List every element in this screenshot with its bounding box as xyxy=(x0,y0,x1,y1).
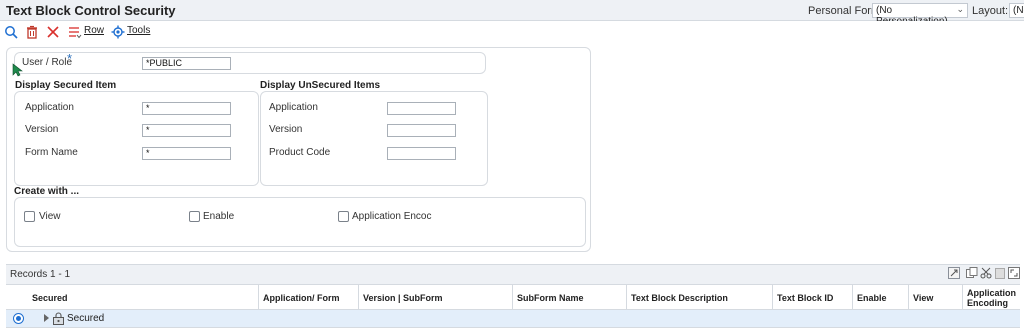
expand-arrow-icon[interactable] xyxy=(44,314,49,322)
delete-icon[interactable] xyxy=(25,25,39,39)
secured-heading: Display Secured Item xyxy=(15,80,117,91)
column-header-application-encoding[interactable]: Application Encoding xyxy=(962,285,1020,311)
secured-panel: Application * Version * Form Name * xyxy=(14,91,259,186)
unsecured-heading: Display UnSecured Items xyxy=(260,80,381,91)
personal-form-select[interactable]: (No Personalization) ⌄ xyxy=(872,3,968,27)
column-header-secured[interactable]: Secured xyxy=(28,285,258,311)
mouse-cursor-icon xyxy=(12,63,23,77)
layout-select[interactable]: (No xyxy=(1009,3,1024,18)
title-bar: Text Block Control Security Personal For… xyxy=(0,0,1024,27)
grid-title-bar: Records 1 - 1 xyxy=(6,264,1020,284)
lock-icon xyxy=(53,312,64,325)
grid-cut-icon[interactable] xyxy=(980,267,992,279)
secured-form-name-input[interactable]: * xyxy=(142,147,231,160)
row-menu-button[interactable]: Row xyxy=(84,25,104,36)
view-checkbox-label: View xyxy=(39,211,61,222)
tools-label: Tools xyxy=(127,25,151,36)
column-header-text-block-id[interactable]: Text Block ID xyxy=(772,285,852,311)
unsecured-product-code-label: Product Code xyxy=(269,147,331,158)
row-select-radio[interactable] xyxy=(13,313,24,324)
user-role-panel: User / Role * *PUBLIC xyxy=(14,51,486,74)
records-count: Records 1 - 1 xyxy=(10,269,71,280)
view-checkbox[interactable] xyxy=(24,211,35,222)
enable-checkbox-label: Enable xyxy=(203,211,235,222)
secured-version-label: Version xyxy=(25,124,59,135)
tools-gear-icon[interactable] xyxy=(111,25,125,39)
layout-label: Layout: xyxy=(972,5,1009,17)
column-header-version-subform[interactable]: Version | SubForm xyxy=(358,285,512,311)
column-header-text-block-description[interactable]: Text Block Description xyxy=(626,285,772,311)
unsecured-version-input[interactable] xyxy=(387,124,456,137)
user-role-label: User / Role xyxy=(22,57,73,68)
column-header-application-form[interactable]: Application/ Form xyxy=(258,285,358,311)
grid-copy-icon[interactable] xyxy=(966,267,978,279)
unsecured-application-input[interactable] xyxy=(387,102,456,115)
secured-version-input[interactable]: * xyxy=(142,124,231,137)
secured-application-label: Application xyxy=(25,102,74,113)
user-role-input[interactable]: *PUBLIC xyxy=(142,57,231,70)
chevron-down-icon: ⌄ xyxy=(956,4,964,14)
page-title: Text Block Control Security xyxy=(6,3,176,18)
secured-form-name-label: Form Name xyxy=(25,147,78,158)
table-row[interactable]: Secured xyxy=(6,310,1020,328)
grid-export-icon[interactable] xyxy=(948,267,960,279)
tools-button[interactable]: Tools xyxy=(127,25,150,36)
required-marker: * xyxy=(67,51,73,66)
unsecured-product-code-input[interactable] xyxy=(387,147,456,160)
column-header-enable[interactable]: Enable xyxy=(852,285,908,311)
row-menu-icon[interactable] xyxy=(68,25,82,39)
toolbar: Row Tools xyxy=(0,21,1024,43)
column-header-view[interactable]: View xyxy=(908,285,962,311)
unsecured-version-label: Version xyxy=(269,124,303,135)
row-secured-label: Secured xyxy=(67,313,105,324)
column-header-subform-name[interactable]: SubForm Name xyxy=(512,285,626,311)
grid-header: Secured Application/ Form Version | SubF… xyxy=(6,284,1020,311)
application-encoding-checkbox[interactable] xyxy=(338,211,349,222)
cancel-icon[interactable] xyxy=(46,25,60,39)
enable-checkbox[interactable] xyxy=(189,211,200,222)
unsecured-panel: Application Version Product Code xyxy=(260,91,488,186)
application-encoding-checkbox-label: Application Encoc xyxy=(352,211,432,222)
row-menu-label: Row xyxy=(84,25,105,36)
create-with-panel: View Enable Application Encoc xyxy=(14,197,586,247)
unsecured-application-label: Application xyxy=(269,102,318,113)
search-icon[interactable] xyxy=(4,25,18,39)
grid-maximize-icon[interactable] xyxy=(1008,267,1020,279)
secured-application-input[interactable]: * xyxy=(142,102,231,115)
create-with-heading: Create with ... xyxy=(14,186,80,197)
grid-paste-icon[interactable] xyxy=(994,267,1006,279)
